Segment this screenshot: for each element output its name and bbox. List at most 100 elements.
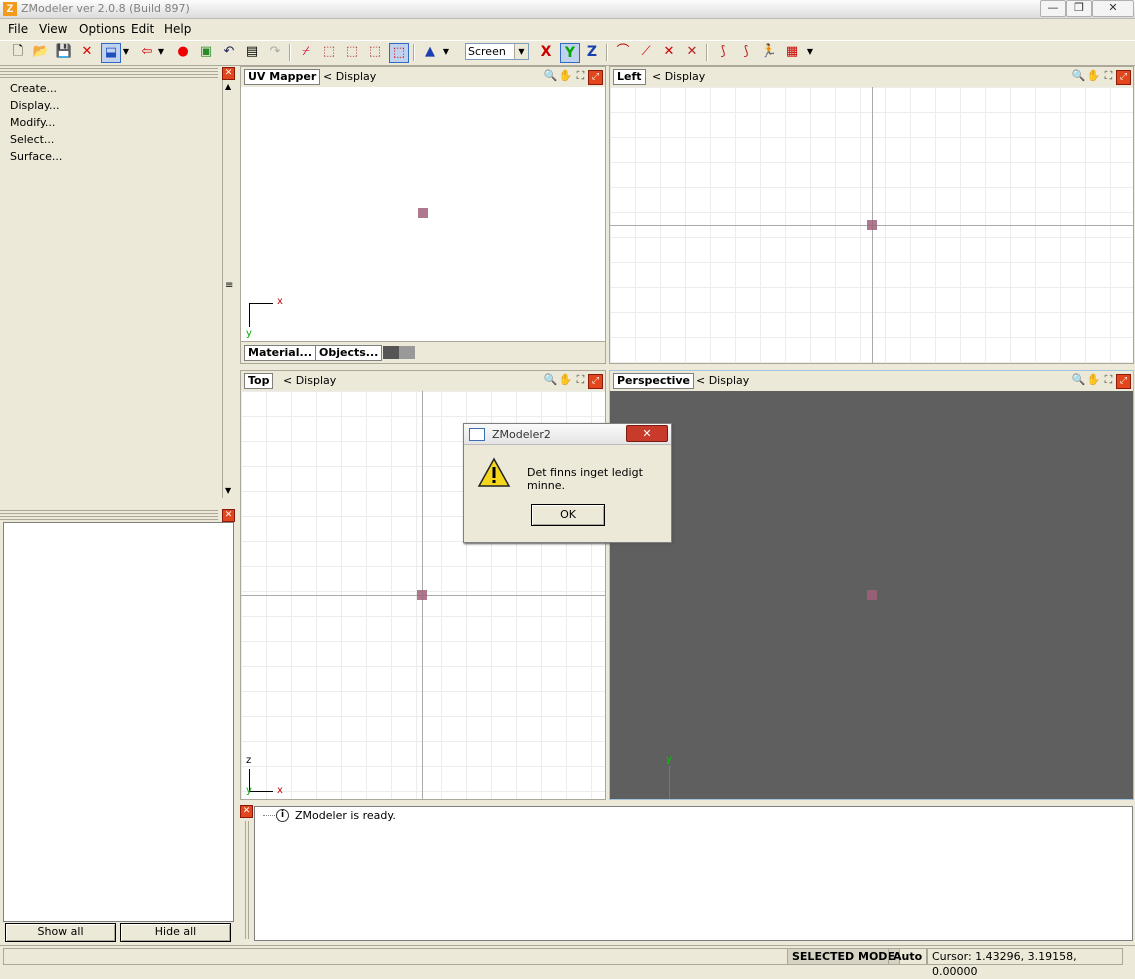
zoom-icon[interactable]: 🔍 — [543, 373, 558, 387]
uv-canvas[interactable]: x y — [241, 87, 605, 341]
edge-mode-icon[interactable]: ⬚ — [320, 43, 338, 61]
pan-hand-icon[interactable]: ✋ — [558, 69, 573, 83]
scroll-thumb-icon[interactable]: ≡ — [225, 280, 233, 291]
axis-move-icon[interactable]: ⟋ — [637, 43, 655, 61]
axis-rotate-icon[interactable]: ✕ — [660, 43, 678, 61]
viewport-left[interactable]: Left < Display 🔍✋ ⛶ ⤢ — [609, 66, 1134, 364]
undo-icon[interactable]: ↶ — [220, 43, 238, 61]
display-menu[interactable]: < Display — [696, 374, 749, 387]
dropdown-arrow-icon[interactable]: ▼ — [805, 43, 815, 61]
save-icon[interactable]: 💾 — [55, 43, 73, 61]
dropdown-arrow-icon[interactable]: ▼ — [156, 43, 166, 61]
pan-hand-icon[interactable]: ✋ — [1086, 373, 1101, 387]
object-panel-grip[interactable] — [0, 510, 218, 520]
import-icon[interactable]: ⬓ — [101, 43, 121, 63]
dialog-title-bar[interactable]: ZModeler2 ✕ — [464, 424, 671, 445]
viewport-uv-mapper[interactable]: UV Mapper < Display 🔍✋ ⛶ ⤢ x y Material...… — [240, 66, 606, 364]
viewport-name[interactable]: Top — [244, 373, 274, 389]
axis-scale-icon[interactable]: ✕ — [683, 43, 701, 61]
new-file-icon[interactable]: 🗋 — [9, 43, 27, 61]
menu-file[interactable]: File — [8, 22, 28, 36]
close-icon[interactable]: ✕ — [222, 67, 235, 80]
viewport-name[interactable]: Left — [613, 69, 646, 85]
menu-help[interactable]: Help — [164, 22, 191, 36]
pan-hand-icon[interactable]: ✋ — [558, 373, 573, 387]
log-area[interactable]: i ZModeler is ready. — [254, 806, 1133, 941]
cone-icon[interactable]: ▲ — [421, 43, 439, 61]
zoom-icon[interactable]: 🔍 — [543, 69, 558, 83]
restore-button[interactable]: ❐ — [1066, 0, 1092, 17]
minimize-button[interactable]: — — [1040, 0, 1066, 17]
material-sphere-icon[interactable]: ● — [174, 43, 192, 61]
zoom-icon[interactable]: 🔍 — [1071, 69, 1086, 83]
hide-all-button[interactable]: Hide all — [120, 923, 231, 942]
pivot-icon[interactable]: ⟆ — [714, 43, 732, 61]
status-auto[interactable]: Auto — [888, 948, 928, 965]
menu-options[interactable]: Options — [79, 22, 125, 36]
show-all-button[interactable]: Show all — [5, 923, 116, 942]
redo-icon[interactable]: ↷ — [266, 43, 284, 61]
close-icon[interactable]: ✕ — [240, 805, 253, 818]
coord-system-select[interactable]: Screen ▼ — [465, 43, 529, 60]
zoom-extents-icon[interactable]: ⛶ — [1101, 69, 1116, 83]
close-window-button[interactable]: ✕ — [1092, 0, 1134, 17]
maximize-viewport-icon[interactable]: ⤢ — [1116, 374, 1131, 389]
color-swatch-light[interactable] — [399, 346, 415, 359]
viewport-name[interactable]: UV Mapper — [244, 69, 321, 85]
dropdown-arrow-icon[interactable]: ▼ — [441, 43, 451, 61]
command-panel-grip[interactable] — [0, 68, 218, 78]
texture-icon[interactable]: ▣ — [197, 43, 215, 61]
log-grip[interactable] — [243, 821, 251, 939]
display-menu[interactable]: < Display — [652, 70, 705, 83]
left-canvas[interactable] — [610, 87, 1133, 363]
bones-icon[interactable]: 🏃 — [760, 43, 778, 61]
axis-y-toggle[interactable]: Y — [560, 43, 580, 63]
magnet-icon[interactable]: ⌒ — [614, 43, 632, 61]
objects-button[interactable]: Objects... — [315, 345, 383, 361]
delete-icon[interactable]: ✕ — [78, 43, 96, 61]
export-icon[interactable]: ⇦ — [138, 43, 156, 61]
zoom-icon[interactable]: 🔍 — [1071, 373, 1086, 387]
open-folder-icon[interactable]: 📂 — [32, 43, 50, 61]
scroll-up-icon[interactable]: ▲ — [225, 82, 231, 91]
scroll-down-icon[interactable]: ▼ — [225, 486, 231, 495]
command-modify[interactable]: Modify... — [10, 116, 55, 129]
command-select[interactable]: Select... — [10, 133, 54, 146]
menu-view[interactable]: View — [39, 22, 67, 36]
zoom-extents-icon[interactable]: ⛶ — [573, 373, 588, 387]
object-mode-icon[interactable]: ⬚ — [366, 43, 384, 61]
title-bar[interactable]: Z ZModeler ver 2.0.8 (Build 897) — ❐ ✕ — [0, 0, 1135, 19]
dialog-close-button[interactable]: ✕ — [626, 425, 668, 442]
hierarchy-icon[interactable]: ⟆ — [737, 43, 755, 61]
command-create[interactable]: Create... — [10, 82, 57, 95]
material-button[interactable]: Material... — [244, 345, 317, 361]
color-swatch-dark[interactable] — [383, 346, 399, 359]
axis-z-toggle[interactable]: Z — [583, 43, 601, 61]
object-list[interactable] — [3, 522, 234, 922]
maximize-viewport-icon[interactable]: ⤢ — [588, 374, 603, 389]
maximize-viewport-icon[interactable]: ⤢ — [588, 70, 603, 85]
command-surface[interactable]: Surface... — [10, 150, 62, 163]
menu-edit[interactable]: Edit — [131, 22, 154, 36]
options-grid-icon[interactable]: ▦ — [783, 43, 801, 61]
zoom-extents-icon[interactable]: ⛶ — [1101, 373, 1116, 387]
command-scrollbar[interactable]: ▲ ≡ ▼ — [222, 80, 235, 498]
viewport-name[interactable]: Perspective — [613, 373, 695, 389]
notes-icon[interactable]: ▤ — [243, 43, 261, 61]
perspective-canvas[interactable]: y x z — [610, 391, 1133, 799]
dropdown-arrow-icon[interactable]: ▼ — [121, 43, 131, 61]
pan-hand-icon[interactable]: ✋ — [1086, 69, 1101, 83]
close-icon[interactable]: ✕ — [222, 509, 235, 522]
axis-x-toggle[interactable]: X — [537, 43, 555, 61]
chevron-down-icon: ▼ — [514, 44, 528, 59]
face-mode-icon[interactable]: ⬚ — [343, 43, 361, 61]
command-display[interactable]: Display... — [10, 99, 59, 112]
vertex-mode-icon[interactable]: ⌿ — [297, 43, 315, 61]
ok-button[interactable]: OK — [531, 504, 605, 526]
display-menu[interactable]: < Display — [283, 374, 336, 387]
selection-mode-icon[interactable]: ⬚ — [389, 43, 409, 63]
display-menu[interactable]: < Display — [323, 70, 376, 83]
viewport-perspective[interactable]: Perspective < Display 🔍✋⛶⤢ y x z — [609, 370, 1134, 800]
zoom-extents-icon[interactable]: ⛶ — [573, 69, 588, 83]
maximize-viewport-icon[interactable]: ⤢ — [1116, 70, 1131, 85]
